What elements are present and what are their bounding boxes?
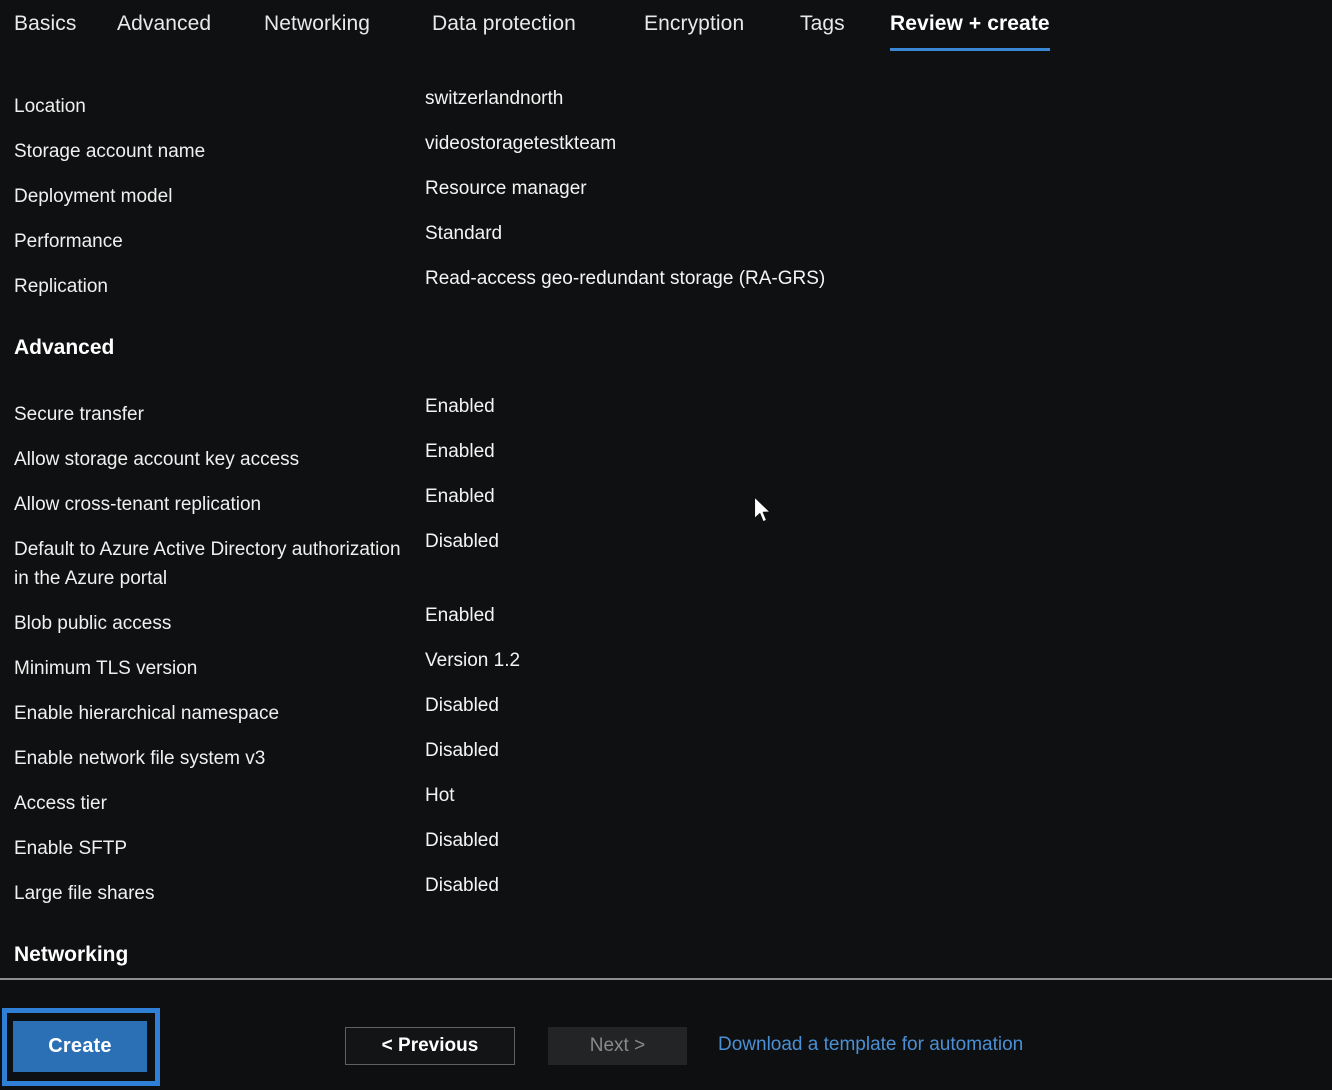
property-value: videostoragetestkteam bbox=[425, 133, 617, 154]
property-value: Enabled bbox=[425, 486, 495, 507]
property-value: Resource manager bbox=[425, 178, 587, 199]
tab-data-protection[interactable]: Data protection bbox=[432, 12, 576, 36]
property-label: Enable hierarchical namespace bbox=[14, 703, 280, 724]
download-template-link[interactable]: Download a template for automation bbox=[718, 1034, 1023, 1056]
property-label: Allow cross-tenant replication bbox=[14, 494, 262, 515]
property-label: Minimum TLS version bbox=[14, 658, 198, 679]
section-heading-networking: Networking bbox=[14, 943, 129, 966]
tab-review-create[interactable]: Review + create bbox=[890, 12, 1050, 51]
property-label: Access tier bbox=[14, 793, 107, 814]
tab-networking[interactable]: Networking bbox=[264, 12, 370, 36]
property-value: Enabled bbox=[425, 441, 495, 462]
property-value: Standard bbox=[425, 223, 503, 244]
tab-advanced[interactable]: Advanced bbox=[117, 12, 211, 36]
active-tab-underline bbox=[890, 48, 1050, 51]
property-value: Version 1.2 bbox=[425, 650, 521, 671]
property-value: Hot bbox=[425, 785, 455, 806]
property-label: Default to Azure Active Directory author… bbox=[14, 539, 401, 589]
tab-tags[interactable]: Tags bbox=[800, 12, 845, 36]
property-value: Disabled bbox=[425, 740, 499, 761]
previous-button[interactable]: < Previous bbox=[345, 1027, 515, 1065]
property-value: Enabled bbox=[425, 396, 495, 417]
next-button: Next > bbox=[548, 1027, 687, 1065]
property-label: Storage account name bbox=[14, 141, 206, 162]
property-value: Disabled bbox=[425, 531, 499, 552]
mouse-cursor-icon bbox=[753, 496, 771, 523]
section-heading-advanced: Advanced bbox=[14, 336, 115, 359]
property-label: Secure transfer bbox=[14, 404, 144, 425]
property-value: switzerlandnorth bbox=[425, 88, 564, 109]
property-label: Performance bbox=[14, 231, 123, 252]
property-label: Allow storage account key access bbox=[14, 449, 300, 470]
property-label: Enable network file system v3 bbox=[14, 748, 266, 769]
wizard-tab-strip: Basics Advanced Networking Data protection E… bbox=[0, 0, 1332, 62]
property-label: Location bbox=[14, 96, 86, 117]
create-button[interactable]: Create bbox=[10, 1018, 150, 1075]
property-label: Replication bbox=[14, 276, 108, 297]
property-value: Disabled bbox=[425, 830, 499, 851]
property-label: Blob public access bbox=[14, 613, 172, 634]
tab-encryption[interactable]: Encryption bbox=[644, 12, 744, 36]
property-label: Enable SFTP bbox=[14, 838, 127, 859]
tab-basics[interactable]: Basics bbox=[14, 12, 76, 36]
property-value: Read-access geo-redundant storage (RA-GR… bbox=[425, 268, 826, 289]
azure-create-storage-account-review-page: Basics Advanced Networking Data protection E… bbox=[0, 0, 1332, 1090]
property-value: Disabled bbox=[425, 875, 499, 896]
property-value: Enabled bbox=[425, 605, 495, 626]
property-label: Large file shares bbox=[14, 883, 155, 904]
property-value: Disabled bbox=[425, 695, 499, 716]
property-label: Deployment model bbox=[14, 186, 173, 207]
